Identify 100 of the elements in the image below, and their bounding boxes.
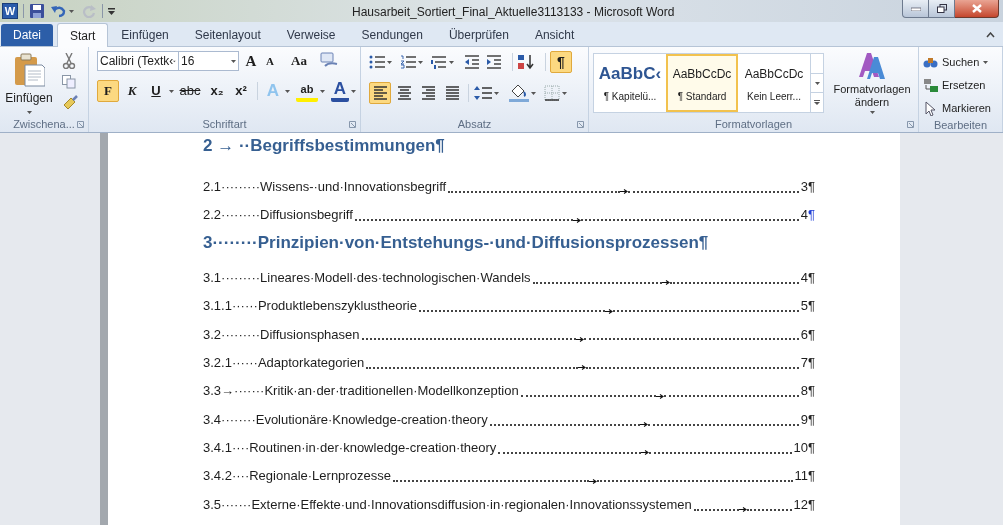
ribbon-tab[interactable]: Seitenlayout xyxy=(181,24,274,46)
undo-icon[interactable] xyxy=(51,4,66,18)
ribbon-tab[interactable]: Ansicht xyxy=(521,24,588,46)
caret-icon[interactable] xyxy=(449,60,454,64)
multilevel-list-icon[interactable] xyxy=(431,55,447,69)
customize-toolbar-icon[interactable] xyxy=(108,7,115,15)
tab-arrow-icon xyxy=(604,308,613,314)
toc-entry-text: 3.4.2····Regionale·Lernprozesse xyxy=(203,468,391,485)
tab-arrow-icon xyxy=(572,217,581,223)
caret-icon[interactable] xyxy=(562,91,567,95)
font-name-field[interactable]: Calibri (Textk‹ xyxy=(97,51,179,71)
increase-indent-icon[interactable] xyxy=(486,55,502,69)
caret-icon[interactable] xyxy=(231,59,236,63)
tab-arrow-icon xyxy=(640,450,649,456)
collapse-ribbon-icon[interactable] xyxy=(986,32,995,38)
align-right-icon xyxy=(420,85,436,101)
bold-button[interactable]: F xyxy=(97,80,119,102)
line-spacing-icon[interactable] xyxy=(474,85,492,101)
heading-text: 2 → ··Begriffsbestimmungen¶ xyxy=(203,135,445,157)
paragraph-mark: ¶ xyxy=(808,383,815,400)
change-case-button[interactable]: Aa xyxy=(285,51,313,71)
caret-icon[interactable] xyxy=(173,59,176,63)
window-title: Hausarbeit_Sortiert_Final_Aktuelle3113133 - Microsoft Word xyxy=(352,4,675,21)
align-justify-icon xyxy=(444,85,460,101)
ribbon-tab[interactable]: Verweise xyxy=(273,24,349,46)
caret-icon[interactable] xyxy=(387,60,392,64)
format-button[interactable]: x² xyxy=(230,80,252,102)
align-left-icon xyxy=(372,85,388,101)
group-label: Bearbeiten xyxy=(933,118,988,134)
style-tile[interactable]: AaBbCcDc ¶ Standard xyxy=(666,54,738,112)
style-tile[interactable]: AaBbCcDc Kein Leerr... xyxy=(738,54,810,112)
highlight-button[interactable]: ab xyxy=(296,80,318,102)
gallery-scroll-buttons[interactable] xyxy=(810,54,823,112)
toc-entry-text: 3.3→·······Kritik·an·der·traditionellen·Modellkonzeption xyxy=(203,383,519,400)
ribbon-tab[interactable]: Einfügen xyxy=(108,24,182,46)
toc-entry-text: 3.5·······Externe·Effekte·und·Innovationsdiffusion·in·regionalen·Innovationssystemen xyxy=(203,496,692,513)
page-number: 8 xyxy=(800,383,808,400)
caret-icon[interactable] xyxy=(494,91,499,95)
style-tile[interactable]: AaBbC‹ ¶ Kapitelü... xyxy=(594,54,666,112)
show-formatting-marks-button[interactable]: ¶ xyxy=(550,51,572,73)
page-number: 10 xyxy=(793,440,808,456)
caret-icon[interactable] xyxy=(169,89,174,93)
paintbrush-icon[interactable] xyxy=(62,95,78,111)
leader-line xyxy=(693,508,739,511)
tab-arrow-icon xyxy=(661,280,670,286)
paragraph-mark: ¶ xyxy=(808,179,815,195)
page-number: 12 xyxy=(793,496,808,513)
caret-icon[interactable] xyxy=(69,9,74,13)
decrease-indent-icon[interactable] xyxy=(464,55,480,69)
align-center-icon xyxy=(396,85,412,101)
caret-icon[interactable] xyxy=(983,60,989,64)
group-label: Zwischena... xyxy=(13,117,75,133)
caret-icon[interactable] xyxy=(320,89,325,93)
minimize-icon xyxy=(910,6,921,11)
replace-button[interactable]: Ersetzen xyxy=(923,75,998,95)
tab-arrow-icon xyxy=(578,365,587,371)
align-left-button[interactable] xyxy=(369,82,391,104)
minimize-button[interactable] xyxy=(902,0,929,18)
caret-icon[interactable] xyxy=(418,60,423,64)
group-label: Formatvorlagen xyxy=(714,117,792,133)
numbered-list-icon[interactable] xyxy=(400,55,416,69)
underline-button[interactable]: U xyxy=(145,80,167,102)
ribbon-tab[interactable]: Sendungen xyxy=(348,24,436,46)
paragraph-mark: ¶ xyxy=(808,326,815,343)
tab-arrow-icon xyxy=(640,422,649,427)
toc-entry-text: 2.1·········Wissens-·und·Innovationsbegriff xyxy=(203,179,447,195)
scissors-icon[interactable] xyxy=(62,53,76,69)
restore-button[interactable] xyxy=(929,0,955,18)
caret-icon[interactable] xyxy=(26,111,32,114)
select-button[interactable]: Markieren xyxy=(923,98,998,118)
shading-icon[interactable] xyxy=(509,84,529,102)
save-icon[interactable] xyxy=(29,3,45,19)
italic-button[interactable]: K xyxy=(121,80,143,102)
font-size-field[interactable]: 16 xyxy=(179,51,239,71)
caret-icon[interactable] xyxy=(351,89,356,93)
grow-font-button[interactable]: A xyxy=(241,51,261,71)
ribbon-tab[interactable]: Start xyxy=(57,23,109,47)
bullet-list-icon[interactable] xyxy=(369,55,385,69)
toc-entry-text: 3.4········Evolutionäre·Knowledge-creation·theory xyxy=(203,411,488,428)
page-number: 5 xyxy=(800,298,808,315)
font-color-button[interactable]: A xyxy=(331,80,349,102)
clipboard-icon xyxy=(13,53,45,87)
borders-icon[interactable] xyxy=(544,85,560,101)
caret-icon[interactable] xyxy=(869,111,875,114)
strikethrough-button[interactable]: abc xyxy=(176,80,204,102)
sort-icon[interactable] xyxy=(517,54,535,70)
close-button[interactable] xyxy=(955,0,999,18)
paragraph-mark: ¶ xyxy=(808,354,815,371)
word-logo-icon[interactable]: W xyxy=(2,3,18,19)
caret-icon[interactable] xyxy=(531,91,536,95)
paste-button[interactable]: Einfügen xyxy=(4,51,54,117)
file-tab[interactable]: Datei xyxy=(1,24,53,46)
caret-icon[interactable] xyxy=(285,89,290,93)
format-button[interactable]: x₂ xyxy=(206,80,228,102)
copy-icon[interactable] xyxy=(62,75,76,89)
find-button[interactable]: Suchen xyxy=(923,52,998,72)
shrink-font-button[interactable]: A xyxy=(261,51,279,71)
ribbon-tab[interactable]: Überprüfen xyxy=(435,24,522,46)
paragraph-mark: ¶ xyxy=(808,468,815,485)
change-styles-button[interactable]: Formatvorlagen ändern xyxy=(830,51,914,117)
